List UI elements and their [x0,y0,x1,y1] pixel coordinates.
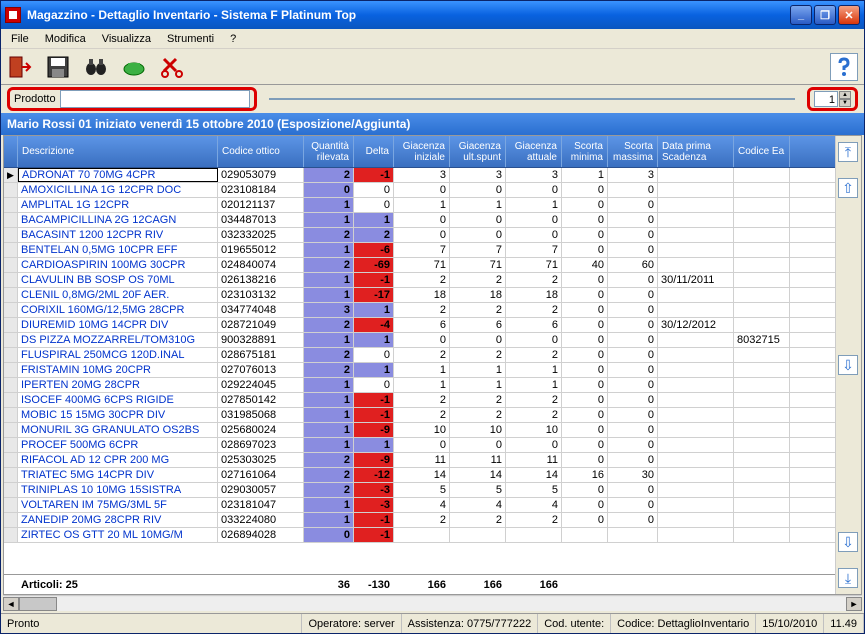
exit-icon[interactable] [7,54,33,80]
col-cod[interactable]: Codice ottico [218,136,304,167]
table-row[interactable]: VOLTAREN IM 75MG/3ML 5F0231810471-344400 [4,498,835,513]
status-user-code: Cod. utente: [538,614,611,633]
col-cean[interactable]: Codice Ea [734,136,790,167]
menu-file[interactable]: File [5,31,35,47]
menubar: File Modifica Visualizza Strumenti ? [1,29,864,49]
menu-help[interactable]: ? [224,31,242,47]
grid-footer: Articoli: 25 36 -130 166 166 166 [4,574,835,594]
col-gatt[interactable]: Giacenza attuale [506,136,562,167]
save-icon[interactable] [45,54,71,80]
statusbar: Pronto Operatore: server Assistenza: 077… [1,613,864,633]
product-input[interactable] [60,90,250,108]
menu-visualizza[interactable]: Visualizza [96,31,157,47]
count-value[interactable]: 1 [814,91,838,107]
table-row[interactable]: TRINIPLAS 10 10MG 15SISTRA0290300572-355… [4,483,835,498]
table-row[interactable]: IPERTEN 20MG 28CPR0292240451011100 [4,378,835,393]
maximize-button[interactable]: ❐ [814,5,836,25]
device-icon[interactable] [121,54,147,80]
status-date: 15/10/2010 [756,614,824,633]
count-spinner[interactable]: ▲▼ [839,91,851,107]
product-label: Prodotto [14,93,56,105]
col-dps[interactable]: Data prima Scadenza [658,136,734,167]
help-icon[interactable] [830,53,858,81]
table-row[interactable]: CARDIOASPIRIN 100MG 30CPR0248400742-6971… [4,258,835,273]
table-row[interactable]: CORIXIL 160MG/12,5MG 28CPR03477404831222… [4,303,835,318]
status-operator: Operatore: server [302,614,401,633]
side-nav-buttons: ⤒ ⇧ ⇩ ⇩ ⤓ [835,136,861,594]
nav-down-middle-icon[interactable]: ⇩ [838,355,858,375]
footer-qr: 36 [304,575,354,594]
close-button[interactable]: ✕ [838,5,860,25]
horizontal-scrollbar[interactable]: ◄ ► [3,595,862,611]
menu-modifica[interactable]: Modifica [39,31,92,47]
app-window: Magazzino - Dettaglio Inventario - Siste… [0,0,865,634]
table-row[interactable]: ZIRTEC OS GTT 20 ML 10MG/M0268940280-1 [4,528,835,543]
window-title: Magazzino - Dettaglio Inventario - Siste… [27,8,790,22]
table-row[interactable]: TRIATEC 5MG 14CPR DIV0271610642-12141414… [4,468,835,483]
col-smin[interactable]: Scorta minima [562,136,608,167]
col-smax[interactable]: Scorta massima [608,136,658,167]
minimize-button[interactable]: _ [790,5,812,25]
table-row[interactable]: MOBIC 15 15MG 30CPR DIV0319850681-122200 [4,408,835,423]
col-qr[interactable]: Quantità rilevata [304,136,354,167]
grid: Descrizione Codice ottico Quantità rilev… [3,135,862,595]
table-row[interactable]: BENTELAN 0,5MG 10CPR EFF0196550121-67770… [4,243,835,258]
nav-up-icon[interactable]: ⇧ [838,178,858,198]
table-row[interactable]: BACAMPICILLINA 2G 12CAGN0344870131100000 [4,213,835,228]
table-row[interactable]: DS PIZZA MOZZARREL/TOM310G90032889111000… [4,333,835,348]
count-box: 1 ▲▼ [807,87,858,111]
footer-gini: 166 [394,575,450,594]
toolbar [1,49,864,85]
table-row[interactable]: ▶ADRONAT 70 70MG 4CPR0290530792-133313 [4,168,835,183]
grid-body: ▶ADRONAT 70 70MG 4CPR0290530792-133313AM… [4,168,835,559]
binoculars-icon[interactable] [83,54,109,80]
table-row[interactable]: RIFACOL AD 12 CPR 200 MG0253030252-91111… [4,453,835,468]
grid-header: Descrizione Codice ottico Quantità rilev… [4,136,835,168]
status-code: Codice: DettaglioInventario [611,614,756,633]
scroll-right-icon[interactable]: ► [846,597,862,611]
app-icon [5,7,21,23]
nav-top-icon[interactable]: ⤒ [838,142,858,162]
table-row[interactable]: FLUSPIRAL 250MCG 120D.INAL02867518120222… [4,348,835,363]
status-ready: Pronto [1,614,302,633]
col-delta[interactable]: Delta [354,136,394,167]
nav-down-icon[interactable]: ⇩ [838,532,858,552]
table-row[interactable]: PROCEF 500MG 6CPR0286970231100000 [4,438,835,453]
col-desc[interactable]: Descrizione [18,136,218,167]
search-row: Prodotto 1 ▲▼ [1,85,864,113]
table-row[interactable]: ZANEDIP 20MG 28CPR RIV0332240801-122200 [4,513,835,528]
footer-label: Articoli: 25 [18,575,218,594]
table-row[interactable]: FRISTAMIN 10MG 20CPR0270760132111100 [4,363,835,378]
table-row[interactable]: DIUREMID 10MG 14CPR DIV0287210492-466600… [4,318,835,333]
table-row[interactable]: CLENIL 0,8MG/2ML 20F AER.0231031321-1718… [4,288,835,303]
titlebar: Magazzino - Dettaglio Inventario - Siste… [1,1,864,29]
nav-bottom-icon[interactable]: ⤓ [838,568,858,588]
menu-strumenti[interactable]: Strumenti [161,31,220,47]
scissors-icon[interactable] [159,54,185,80]
col-gus[interactable]: Giacenza ult.spunt [450,136,506,167]
table-row[interactable]: CLAVULIN BB SOSP OS 70ML0261382161-12220… [4,273,835,288]
scroll-thumb[interactable] [19,597,57,611]
inventory-header-bar: Mario Rossi 01 iniziato venerdì 15 ottob… [1,113,864,135]
footer-gatt: 166 [506,575,562,594]
table-row[interactable]: BACASINT 1200 12CPR RIV0323320252200000 [4,228,835,243]
table-row[interactable]: MONURIL 3G GRANULATO OS2BS0256800241-910… [4,423,835,438]
table-row[interactable]: AMPLITAL 1G 12CPR0201211371011100 [4,198,835,213]
status-assistance: Assistenza: 0775/777222 [402,614,539,633]
table-row[interactable]: AMOXICILLINA 1G 12CPR DOC023108184000000… [4,183,835,198]
col-gini[interactable]: Giacenza iniziale [394,136,450,167]
scroll-left-icon[interactable]: ◄ [3,597,19,611]
footer-gus: 166 [450,575,506,594]
status-time: 11.49 [824,614,864,633]
footer-delta: -130 [354,575,394,594]
table-row[interactable]: ISOCEF 400MG 6CPS RIGIDE0278501421-12220… [4,393,835,408]
product-search-box: Prodotto [7,87,257,111]
